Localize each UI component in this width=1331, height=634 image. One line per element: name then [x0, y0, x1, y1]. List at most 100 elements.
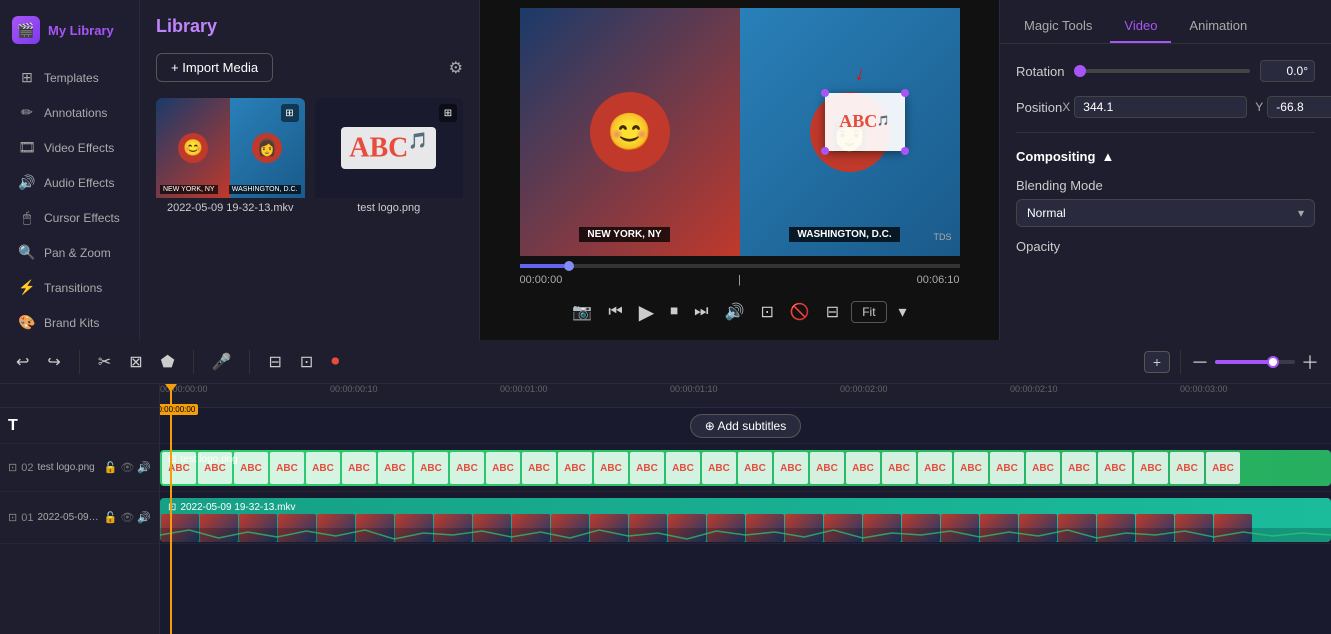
tab-magic-tools[interactable]: Magic Tools	[1010, 10, 1106, 43]
split-audio-button[interactable]: ⊟	[264, 348, 285, 376]
track-02-name: test logo.png	[37, 462, 99, 473]
track-01-lock[interactable]: 🔓	[104, 511, 118, 524]
rewind-button[interactable]: ⏮	[604, 301, 626, 323]
rotation-row: Rotation	[1016, 60, 1315, 82]
forward-button[interactable]: ⏭	[690, 301, 712, 323]
compositing-header: Compositing ▲	[1016, 145, 1315, 164]
position-y-group: Y	[1255, 96, 1331, 118]
crop-button[interactable]: ⊡	[756, 300, 777, 324]
sidebar-item-brand-kits[interactable]: 🎨 Brand Kits	[6, 306, 133, 339]
screenshot-button[interactable]: 📷	[568, 300, 596, 324]
time-current: 00:00:00	[520, 274, 563, 286]
media-item-logo-label: test logo.png	[315, 198, 464, 218]
logo-overlay-container: ABC🎵 ↓	[825, 93, 905, 151]
track-01-audio[interactable]: 🔊	[137, 511, 151, 524]
marker-button[interactable]: ⬟	[157, 348, 179, 376]
gap-button[interactable]: ⊠	[125, 348, 146, 376]
right-panel: Magic Tools Video Animation Rotation Pos…	[999, 0, 1331, 340]
ruler-mark-6: 00:00:03:00	[1180, 384, 1228, 394]
track-01-clip[interactable]: ⊡ 2022-05-09 19-32-13.mkv	[160, 498, 1331, 542]
sidebar-item-annotations[interactable]: ✏ Annotations	[6, 96, 133, 129]
add-subtitles-button[interactable]: ⊕ Add subtitles	[690, 414, 801, 438]
track-02-controls: 🔓 👁 🔊	[104, 461, 151, 474]
compositing-collapse-icon: ▲	[1101, 149, 1114, 164]
track-01-icon: ⊡	[8, 511, 17, 524]
time-display: 00:00:00 | 00:06:10	[520, 272, 960, 288]
redo-button[interactable]: ↪	[43, 348, 64, 376]
transitions-icon: ⚡	[18, 279, 36, 296]
play-button[interactable]: ▶	[635, 298, 658, 327]
blending-mode-label: Blending Mode	[1016, 178, 1315, 193]
rotation-value[interactable]	[1260, 60, 1315, 82]
overlay-button[interactable]: ⊡	[296, 348, 317, 376]
stop-button[interactable]: ⏹	[666, 301, 682, 323]
fullscreen-button[interactable]: ⊟	[822, 300, 843, 324]
toolbar-sep-3	[249, 350, 250, 374]
resize-handle-tl[interactable]	[821, 89, 829, 97]
track-02-eye[interactable]: 👁	[120, 461, 134, 474]
blending-mode-select[interactable]: Normal ▾	[1016, 199, 1315, 227]
video-effects-icon: 🎞	[18, 139, 36, 156]
sidebar-item-cursor-effects[interactable]: 🖱 Cursor Effects	[6, 201, 133, 234]
templates-icon: ⊞	[18, 69, 36, 86]
sidebar-item-audio-effects[interactable]: 🔊 Audio Effects	[6, 166, 133, 199]
split-button[interactable]: ✂	[94, 348, 115, 376]
blend-dropdown-icon: ▾	[1298, 206, 1304, 220]
timeline-toolbar: ↩ ↪ ✂ ⊠ ⬟ 🎤 ⊟ ⊡ ⏺ + － ＋	[0, 340, 1331, 384]
sidebar-item-label: Video Effects	[44, 141, 114, 155]
mute-button[interactable]: 🚫	[786, 300, 814, 324]
rotation-slider[interactable]	[1074, 69, 1250, 73]
track-02-lock[interactable]: 🔓	[104, 461, 118, 474]
tab-animation[interactable]: Animation	[1175, 10, 1261, 43]
zoom-thumb[interactable]	[1267, 356, 1279, 368]
record-active-button[interactable]: ⏺	[327, 349, 343, 375]
progress-fill	[520, 264, 564, 268]
preview-video: 😊 👩 NEW YORK, NY WASHINGTON, D.C. TDS	[520, 8, 960, 256]
subtitle-track-label: T	[0, 408, 159, 444]
fit-dropdown[interactable]: ▾	[895, 300, 911, 324]
track-02-audio[interactable]: 🔊	[137, 461, 151, 474]
record-button[interactable]: 🎤	[208, 348, 236, 376]
timeline-content: T ⊡ 02 test logo.png 🔓 👁 🔊 ⊡ 01	[0, 384, 1331, 634]
logo-overlay[interactable]: ABC🎵	[825, 93, 905, 151]
zoom-add-button[interactable]: +	[1144, 351, 1170, 373]
progress-dot	[564, 261, 574, 271]
import-media-button[interactable]: + Import Media	[156, 53, 273, 82]
sidebar-item-templates[interactable]: ⊞ Templates	[6, 61, 133, 94]
position-y-label: Y	[1255, 100, 1263, 114]
track-01-eye[interactable]: 👁	[120, 511, 134, 524]
ruler-mark-2: 00:00:01:00	[500, 384, 548, 394]
ruler-spacer	[0, 384, 159, 408]
sidebar-item-video-effects[interactable]: 🎞 Video Effects	[6, 131, 133, 164]
resize-handle-br[interactable]	[901, 147, 909, 155]
media-item-video[interactable]: 😊 👩 NEW YORK, NY WASHINGTON, D.C. 2022-0…	[156, 98, 305, 218]
resize-handle-bl[interactable]	[821, 147, 829, 155]
media-item-logo[interactable]: ABC🎵 test logo.png ⊞	[315, 98, 464, 218]
position-row: Position X Y	[1016, 96, 1315, 118]
position-y-value[interactable]	[1267, 96, 1331, 118]
timeline: ↩ ↪ ✂ ⊠ ⬟ 🎤 ⊟ ⊡ ⏺ + － ＋	[0, 340, 1331, 634]
cursor-effects-icon: 🖱	[18, 209, 36, 226]
toolbar-sep-2	[193, 350, 194, 374]
media-item-video-icon: ⊞	[281, 104, 299, 122]
undo-button[interactable]: ↩	[12, 348, 33, 376]
filter-button[interactable]: ⚙	[449, 58, 463, 78]
library-toolbar: + Import Media ⚙	[156, 53, 463, 82]
tab-video[interactable]: Video	[1110, 10, 1171, 43]
compositing-label: Compositing	[1016, 149, 1095, 164]
sidebar-item-pan-zoom[interactable]: 🔍 Pan & Zoom	[6, 236, 133, 269]
fit-button[interactable]: Fit	[851, 301, 886, 323]
position-x-value[interactable]	[1074, 96, 1247, 118]
zoom-in-button[interactable]: ＋	[1301, 349, 1319, 375]
zoom-controls: + － ＋	[1144, 349, 1319, 375]
blending-mode-value: Normal	[1027, 206, 1066, 220]
annotations-icon: ✏	[18, 104, 36, 121]
position-label: Position	[1016, 100, 1062, 115]
track-02-clip[interactable]: ABC ABC ABC ABC ABC ABC ABC ABC ABC ABC …	[160, 450, 1331, 486]
volume-button[interactable]: 🔊	[721, 300, 749, 324]
sidebar-item-transitions[interactable]: ⚡ Transitions	[6, 271, 133, 304]
resize-handle-tr[interactable]	[901, 89, 909, 97]
progress-bar[interactable]	[520, 264, 960, 268]
track-02-icon: ⊡	[8, 461, 17, 474]
zoom-out-button[interactable]: －	[1191, 349, 1209, 375]
